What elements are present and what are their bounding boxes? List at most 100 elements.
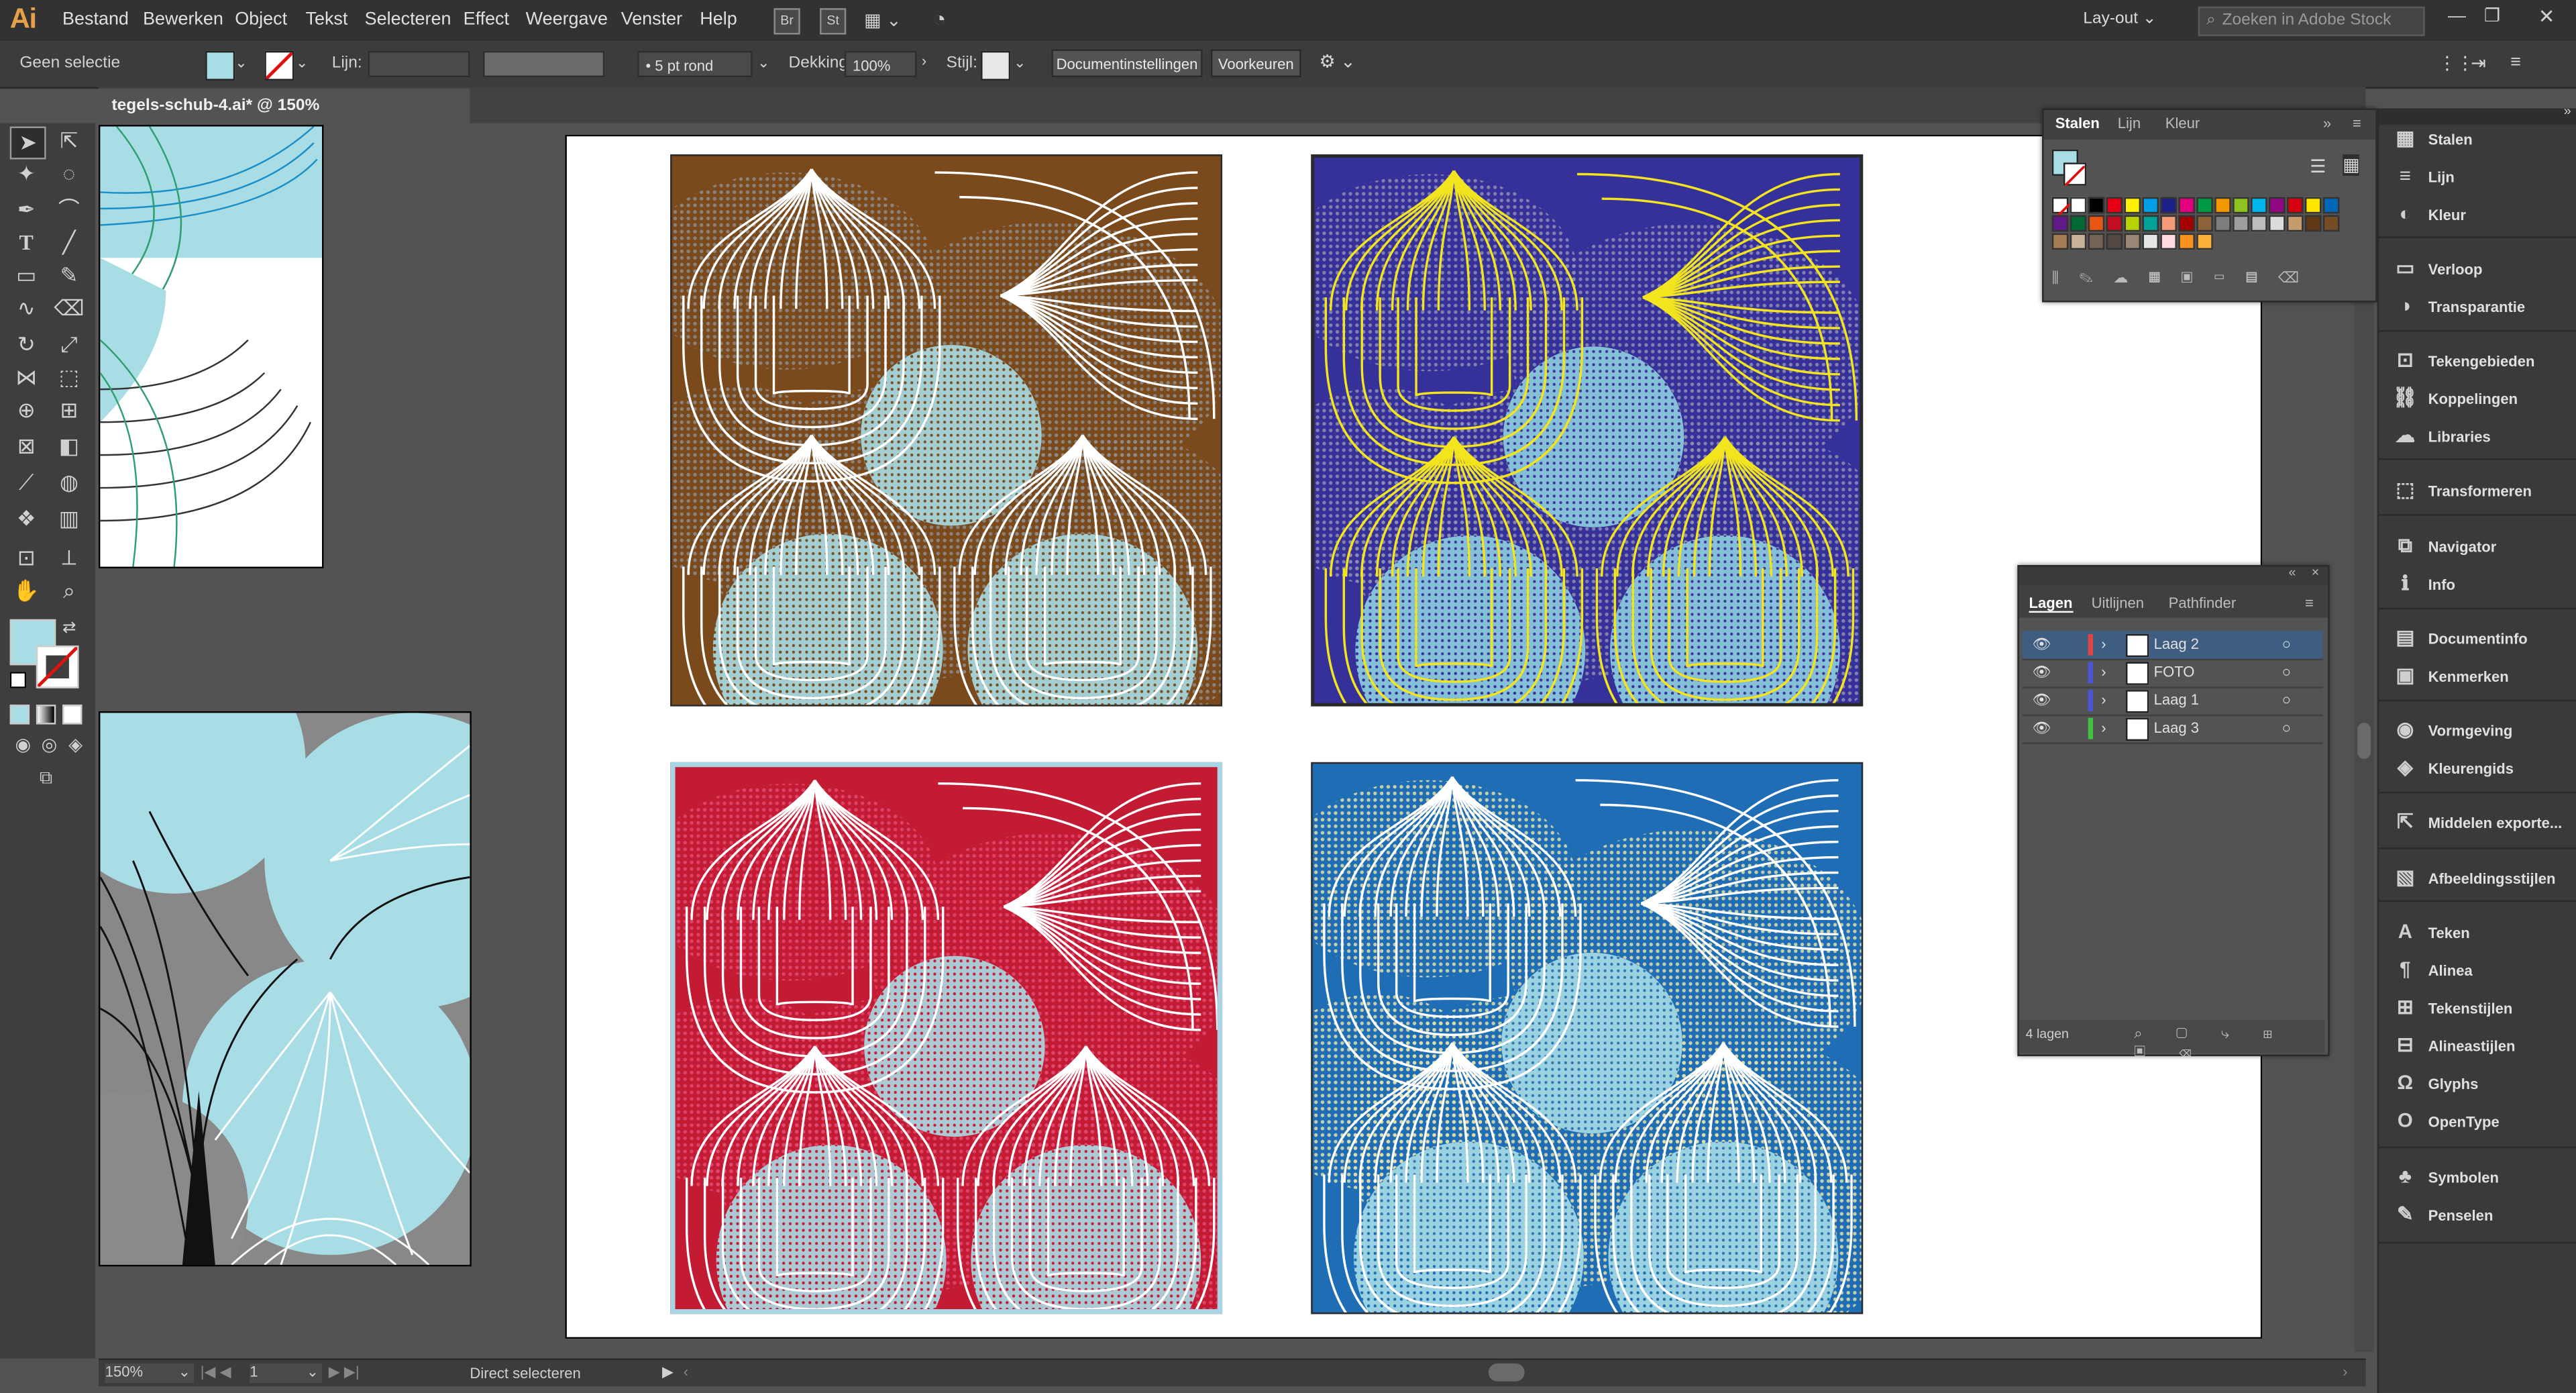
swatch[interactable] bbox=[2160, 233, 2177, 250]
target-circle-icon[interactable]: ○ bbox=[2282, 715, 2291, 743]
width-tool-icon[interactable]: ⋈ bbox=[10, 363, 43, 393]
swap-colors-icon[interactable]: ⇄ bbox=[62, 619, 76, 637]
swatch[interactable] bbox=[2051, 215, 2069, 232]
tab-lijn[interactable]: Lijn bbox=[2118, 115, 2141, 131]
fill-dropdown-icon[interactable]: ⌄ bbox=[235, 54, 247, 72]
swatch[interactable] bbox=[2178, 233, 2195, 250]
rectangle-tool-icon[interactable]: ▭ bbox=[10, 261, 43, 291]
stock-search-input[interactable]: ⌕ Zoeken in Adobe Stock bbox=[2198, 6, 2425, 36]
brush-dropdown-icon[interactable]: ⌄ bbox=[757, 54, 769, 72]
artboard-number-field[interactable]: 1 ⌄ bbox=[250, 1363, 323, 1384]
swatch[interactable] bbox=[2269, 197, 2286, 214]
perspective-grid-tool-icon[interactable]: ⊞ bbox=[52, 396, 85, 425]
tab-stalen[interactable]: Stalen bbox=[2055, 115, 2100, 131]
lasso-tool-icon[interactable]: ◌ bbox=[52, 159, 85, 189]
swatches-menu-icon[interactable]: ≡ bbox=[2353, 115, 2361, 131]
swatch[interactable] bbox=[2304, 215, 2322, 232]
menu-venster[interactable]: Venster bbox=[621, 10, 682, 30]
minimize-icon[interactable]: — bbox=[2448, 7, 2466, 26]
none-mode-icon[interactable] bbox=[62, 705, 83, 725]
pen-tool-icon[interactable]: ✒ bbox=[10, 195, 43, 225]
grid-view-icon[interactable]: ▦ bbox=[2343, 154, 2360, 176]
target-circle-icon[interactable]: ○ bbox=[2282, 686, 2291, 715]
slice-tool-icon[interactable]: ⟂ bbox=[52, 544, 85, 573]
menu-tekst[interactable]: Tekst bbox=[306, 10, 348, 30]
visibility-eye-icon[interactable]: 👁 bbox=[2032, 715, 2051, 743]
line-tool-icon[interactable]: ╱ bbox=[52, 228, 85, 258]
paintbrush-tool-icon[interactable]: ✎ bbox=[52, 261, 85, 291]
swatch[interactable] bbox=[2196, 233, 2213, 250]
swatch[interactable] bbox=[2287, 215, 2304, 232]
visibility-eye-icon[interactable]: 👁 bbox=[2032, 686, 2051, 715]
swatch[interactable] bbox=[2106, 215, 2123, 232]
dock-item-transparency[interactable]: ◑ Transparantie bbox=[2392, 289, 2573, 322]
dock-item-attributes[interactable]: ▣ Kenmerken bbox=[2392, 659, 2573, 692]
style-swatch[interactable] bbox=[981, 50, 1011, 81]
swatch[interactable] bbox=[2124, 215, 2141, 232]
dock-item-gradient[interactable]: ▭ Verloop bbox=[2392, 252, 2573, 285]
free-transform-tool-icon[interactable]: ⬚ bbox=[52, 363, 85, 393]
swatch[interactable] bbox=[2251, 197, 2267, 214]
stroke-color-box[interactable] bbox=[36, 646, 79, 688]
layer-row[interactable]: 👁 › Laag 2 ○ bbox=[2022, 631, 2323, 661]
dock-item-links[interactable]: ⛓ Koppelingen bbox=[2392, 381, 2573, 414]
dock-item-appearance[interactable]: ◉ Vormgeving bbox=[2392, 713, 2573, 745]
swatch[interactable] bbox=[2051, 233, 2069, 250]
swatch[interactable] bbox=[2287, 197, 2304, 214]
swatch[interactable] bbox=[2160, 215, 2177, 232]
swatch[interactable] bbox=[2088, 233, 2105, 250]
dock-item-brushes[interactable]: ✎ Penselen bbox=[2392, 1198, 2573, 1231]
rotate-tool-icon[interactable]: ↻ bbox=[10, 330, 43, 360]
dock-item-swatches[interactable]: ▦ Stalen bbox=[2392, 121, 2573, 154]
dock-item-color-guide[interactable]: ◈ Kleurengids bbox=[2392, 751, 2573, 784]
swatch[interactable] bbox=[2142, 215, 2159, 232]
layers-menu-icon[interactable]: ≡ bbox=[2305, 595, 2314, 611]
dock-item-character-styles[interactable]: ⊞ Tekenstijlen bbox=[2392, 990, 2573, 1023]
dock-item-paragraph[interactable]: ¶ Alinea bbox=[2392, 953, 2573, 986]
menu-help[interactable]: Help bbox=[700, 10, 737, 30]
symbol-sprayer-tool-icon[interactable]: ❖ bbox=[10, 505, 43, 534]
stroke-weight-field[interactable] bbox=[368, 50, 470, 78]
swatch[interactable] bbox=[2251, 215, 2267, 232]
scroll-right-icon[interactable]: › bbox=[2343, 1363, 2347, 1380]
dock-item-glyphs[interactable]: Ω Glyphs bbox=[2392, 1066, 2573, 1099]
dock-item-symbols[interactable]: ♣ Symbolen bbox=[2392, 1159, 2573, 1192]
dock-item-color[interactable]: ◐ Kleur bbox=[2392, 197, 2573, 230]
brush-field[interactable]: • 5 pt rond bbox=[637, 50, 753, 78]
list-view-icon[interactable]: ☰ bbox=[2310, 156, 2326, 177]
visibility-eye-icon[interactable]: 👁 bbox=[2032, 659, 2051, 687]
layer-row[interactable]: 👁 › Laag 3 ○ bbox=[2022, 715, 2323, 744]
expand-chevron-icon[interactable]: › bbox=[2101, 659, 2106, 687]
dock-item-info[interactable]: ℹ Info bbox=[2392, 567, 2573, 600]
status-arrow-icon[interactable]: ▶ bbox=[662, 1363, 674, 1382]
magic-wand-tool-icon[interactable]: ✦ bbox=[10, 159, 43, 189]
expand-panel-icon[interactable]: » bbox=[2323, 115, 2331, 131]
zoom-dropdown-icon[interactable]: ⌄ bbox=[178, 1363, 191, 1382]
swatch-none[interactable] bbox=[2051, 197, 2072, 221]
swatch[interactable] bbox=[2322, 197, 2340, 214]
dock-item-asset-export[interactable]: ⇱ Middelen exporte... bbox=[2392, 805, 2573, 838]
dock-item-navigator[interactable]: ⧉ Navigator bbox=[2392, 529, 2573, 562]
swatch[interactable] bbox=[2233, 197, 2249, 214]
dock-item-document-info[interactable]: ▤ Documentinfo bbox=[2392, 621, 2573, 654]
swatch[interactable] bbox=[2178, 197, 2195, 214]
type-tool-icon[interactable]: T bbox=[10, 228, 43, 258]
menu-weergave[interactable]: Weergave bbox=[526, 10, 608, 30]
dock-collapse-icon[interactable]: » bbox=[2564, 103, 2571, 118]
close-panel-icon[interactable]: × bbox=[2312, 565, 2319, 580]
layer-row[interactable]: 👁 › FOTO ○ bbox=[2022, 659, 2323, 688]
expand-chevron-icon[interactable]: › bbox=[2101, 715, 2106, 743]
artboard-dropdown-icon[interactable]: ⌄ bbox=[307, 1363, 319, 1382]
color-mode-icon[interactable] bbox=[9, 705, 30, 725]
tab-pathfinder[interactable]: Pathfinder bbox=[2169, 595, 2236, 611]
swatch[interactable] bbox=[2070, 197, 2087, 214]
swatch[interactable] bbox=[2178, 215, 2195, 232]
menu-bewerken[interactable]: Bewerken bbox=[143, 10, 223, 30]
tab-lagen[interactable]: Lagen bbox=[2029, 595, 2073, 613]
swatch[interactable] bbox=[2304, 197, 2322, 214]
arrange-documents-icon[interactable]: ▦ ⌄ bbox=[864, 10, 902, 31]
next-artboard-icon[interactable]: ▶ ▶| bbox=[329, 1363, 360, 1382]
default-colors-icon[interactable] bbox=[9, 672, 27, 688]
target-circle-icon[interactable]: ○ bbox=[2282, 631, 2291, 659]
arrange-icon[interactable]: ⚙ ⌄ bbox=[1320, 51, 1356, 72]
